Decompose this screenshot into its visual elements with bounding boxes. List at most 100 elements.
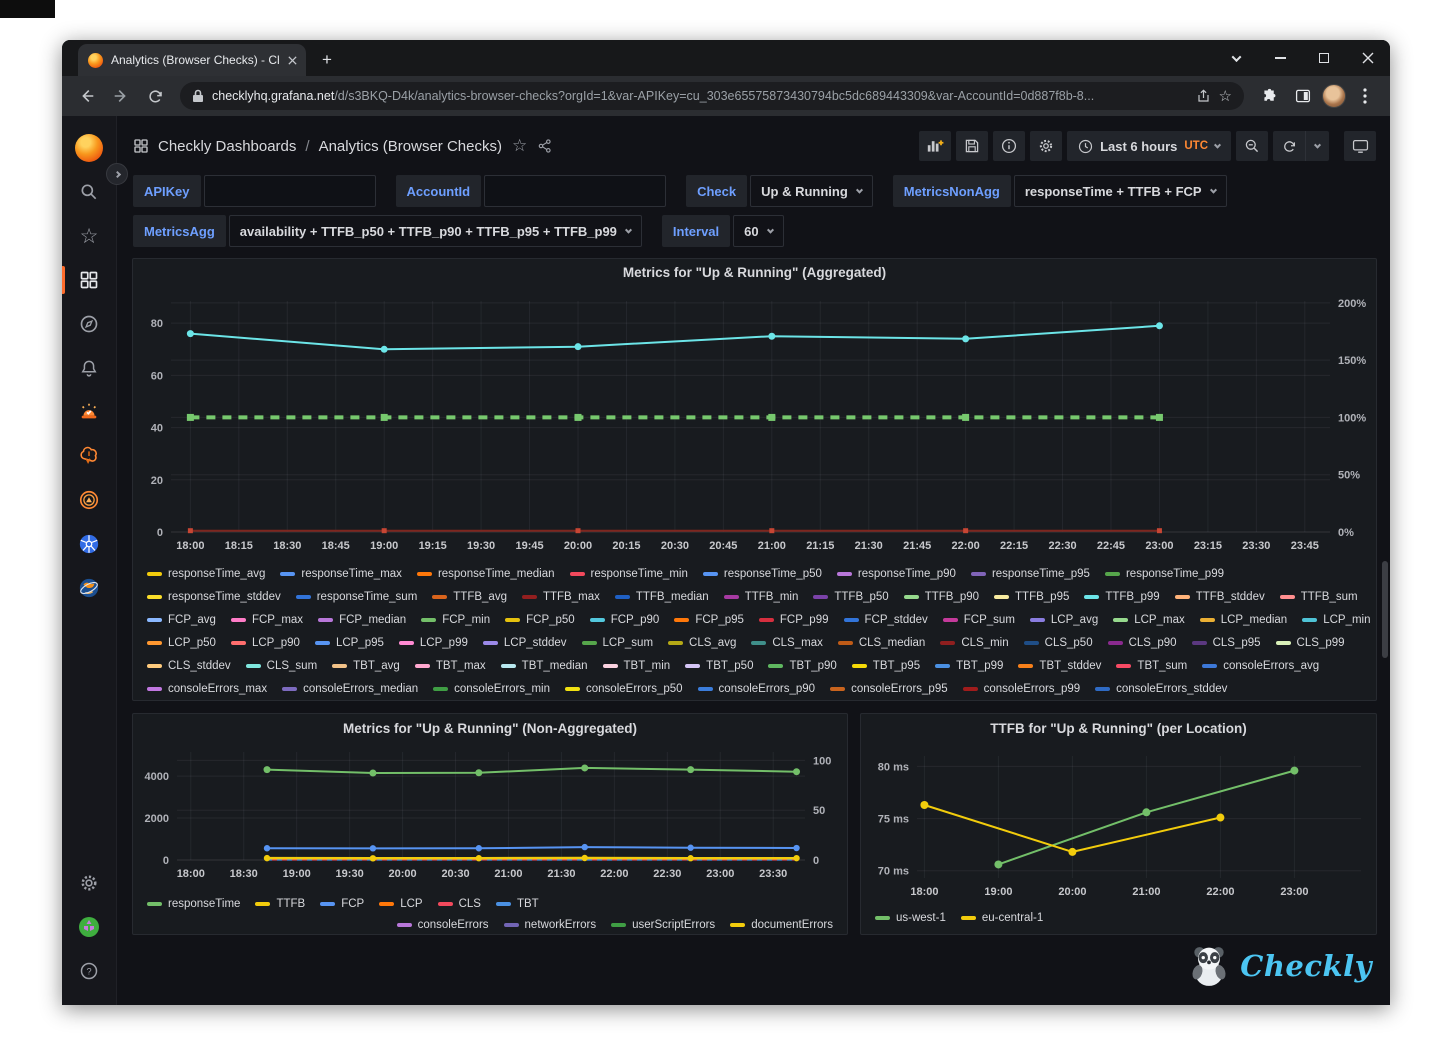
legend-item-CLS_sum[interactable]: CLS_sum	[246, 660, 318, 672]
sidebar-item-kubernetes[interactable]	[69, 522, 109, 566]
dashboard-settings-button[interactable]	[1030, 131, 1062, 161]
sidebar-item-settings[interactable]	[69, 861, 109, 905]
sidebar-expand-button[interactable]	[106, 163, 128, 185]
legend-item-responseTime_median[interactable]: responseTime_median	[417, 568, 555, 580]
legend-item-TTFB_stddev[interactable]: TTFB_stddev	[1175, 591, 1265, 603]
legend-item-consoleErrors_min[interactable]: consoleErrors_min	[433, 683, 550, 695]
legend-item-responseTime_min[interactable]: responseTime_min	[570, 568, 688, 580]
legend-item-consoleErrors_avg[interactable]: consoleErrors_avg	[1202, 660, 1319, 672]
sidebar-user-avatar[interactable]	[69, 905, 109, 949]
legend-item-TTFB_p50[interactable]: TTFB_p50	[813, 591, 888, 603]
legend-item-documentErrors[interactable]: documentErrors	[730, 919, 833, 931]
scrollbar-thumb[interactable]	[1382, 561, 1388, 658]
side-panel-icon[interactable]	[1288, 81, 1318, 111]
panel-title[interactable]: TTFB for "Up & Running" (per Location)	[861, 714, 1376, 742]
legend-item-TBT_stddev[interactable]: TBT_stddev	[1018, 660, 1101, 672]
legend-item-responseTime_p90[interactable]: responseTime_p90	[837, 568, 956, 580]
breadcrumb-root[interactable]: Checkly Dashboards	[158, 138, 296, 155]
extensions-puzzle-icon[interactable]	[1254, 81, 1284, 111]
sidebar-item-alerting[interactable]	[69, 346, 109, 390]
legend-item-TTFB_sum[interactable]: TTFB_sum	[1280, 591, 1358, 603]
legend-item-us-west-1[interactable]: us-west-1	[875, 912, 946, 924]
legend-item-FCP_p90[interactable]: FCP_p90	[590, 614, 660, 626]
url-bar[interactable]: checklyhq.grafana.net/d/s3BKQ-D4k/analyt…	[180, 82, 1244, 110]
panel-aggregated[interactable]: Metrics for "Up & Running" (Aggregated) …	[132, 258, 1377, 701]
legend-item-responseTime_sum[interactable]: responseTime_sum	[296, 591, 418, 603]
new-tab-button[interactable]: +	[314, 47, 340, 73]
legend-item-TBT_p90[interactable]: TBT_p90	[768, 660, 836, 672]
legend-item-LCP_min[interactable]: LCP_min	[1302, 614, 1370, 626]
legend-item-consoleErrors_max[interactable]: consoleErrors_max	[147, 683, 267, 695]
legend-item-FCP_avg[interactable]: FCP_avg	[147, 614, 216, 626]
panel-title[interactable]: Metrics for "Up & Running" (Non-Aggregat…	[133, 714, 847, 742]
legend-item-FCP[interactable]: FCP	[320, 898, 364, 910]
dashboard-info-button[interactable]	[993, 131, 1025, 161]
tab-search-icon[interactable]	[1214, 40, 1258, 76]
legend-item-LCP_p50[interactable]: LCP_p50	[147, 637, 216, 649]
legend-item-LCP_sum[interactable]: LCP_sum	[582, 637, 654, 649]
refresh-interval-dropdown[interactable]	[1305, 131, 1329, 161]
legend-item-TBT_p50[interactable]: TBT_p50	[685, 660, 753, 672]
legend-item-CLS_p90[interactable]: CLS_p90	[1108, 637, 1177, 649]
legend-item-LCP_p90[interactable]: LCP_p90	[231, 637, 300, 649]
legend-item-TTFB_min[interactable]: TTFB_min	[724, 591, 799, 603]
legend-item-responseTime_p99[interactable]: responseTime_p99	[1105, 568, 1224, 580]
legend-item-LCP_max[interactable]: LCP_max	[1113, 614, 1185, 626]
favorite-star-icon[interactable]: ☆	[512, 136, 527, 156]
legend-item-TBT_p99[interactable]: TBT_p99	[935, 660, 1003, 672]
browser-menu-kebab-icon[interactable]	[1350, 81, 1380, 111]
legend-item-consoleErrors_p50[interactable]: consoleErrors_p50	[565, 683, 683, 695]
kiosk-mode-button[interactable]	[1344, 131, 1376, 161]
sidebar-item-alerts-irm[interactable]	[69, 390, 109, 434]
legend-item-responseTime_avg[interactable]: responseTime_avg	[147, 568, 265, 580]
sidebar-item-starred[interactable]: ☆	[69, 214, 109, 258]
sidebar-item-synthetic-monitoring[interactable]	[69, 566, 109, 610]
ttfb-location-chart[interactable]: 70 ms75 ms80 ms18:0019:0020:0021:0022:00…	[861, 742, 1376, 902]
legend-item-FCP_min[interactable]: FCP_min	[421, 614, 490, 626]
legend-item-CLS_p50[interactable]: CLS_p50	[1024, 637, 1093, 649]
legend-item-LCP_median[interactable]: LCP_median	[1200, 614, 1287, 626]
time-range-picker[interactable]: Last 6 hours UTC	[1067, 131, 1231, 161]
sidebar-item-machine-learning[interactable]	[69, 434, 109, 478]
browser-profile-avatar[interactable]	[1322, 84, 1346, 108]
legend-item-FCP_p99[interactable]: FCP_p99	[759, 614, 829, 626]
back-button[interactable]	[72, 81, 102, 111]
sidebar-item-oncall[interactable]	[69, 478, 109, 522]
legend-item-TBT_avg[interactable]: TBT_avg	[332, 660, 400, 672]
legend-item-TTFB_p99[interactable]: TTFB_p99	[1084, 591, 1159, 603]
panel-title[interactable]: Metrics for "Up & Running" (Aggregated)	[133, 259, 1376, 285]
close-button[interactable]	[1346, 40, 1390, 76]
forward-button[interactable]	[106, 81, 136, 111]
variable-metricsnonagg-select[interactable]: responseTime + TTFB + FCP	[1014, 175, 1227, 207]
share-dashboard-icon[interactable]	[537, 138, 553, 154]
legend-item-TTFB_median[interactable]: TTFB_median	[615, 591, 709, 603]
variable-apikey-input[interactable]	[204, 175, 376, 207]
sidebar-item-dashboards[interactable]	[69, 258, 109, 302]
legend-item-TTFB[interactable]: TTFB	[255, 898, 305, 910]
aggregated-chart[interactable]: 0204060800%50%100%150%200%18:0018:1518:3…	[133, 285, 1376, 557]
legend-item-LCP_p99[interactable]: LCP_p99	[399, 637, 468, 649]
panel-non-aggregated[interactable]: Metrics for "Up & Running" (Non-Aggregat…	[132, 713, 848, 935]
legend-item-responseTime[interactable]: responseTime	[147, 898, 240, 910]
sidebar-item-explore[interactable]	[69, 302, 109, 346]
legend-item-networkErrors[interactable]: networkErrors	[504, 919, 597, 931]
legend-item-consoleErrors_stddev[interactable]: consoleErrors_stddev	[1095, 683, 1227, 695]
legend-item-TBT_max[interactable]: TBT_max	[415, 660, 486, 672]
legend-item-TBT_median[interactable]: TBT_median	[501, 660, 588, 672]
legend-item-responseTime_p95[interactable]: responseTime_p95	[971, 568, 1090, 580]
sidebar-item-search[interactable]	[69, 170, 109, 214]
share-page-icon[interactable]	[1196, 89, 1211, 104]
bookmark-star-icon[interactable]: ☆	[1219, 87, 1232, 105]
save-dashboard-button[interactable]	[956, 131, 988, 161]
variable-accountid-input[interactable]	[484, 175, 666, 207]
legend-item-userScriptErrors[interactable]: userScriptErrors	[611, 919, 715, 931]
legend-item-FCP_sum[interactable]: FCP_sum	[943, 614, 1015, 626]
panel-ttfb-location[interactable]: TTFB for "Up & Running" (per Location) 7…	[860, 713, 1377, 935]
legend-item-consoleErrors_p90[interactable]: consoleErrors_p90	[698, 683, 816, 695]
refresh-button[interactable]	[140, 81, 170, 111]
legend-item-CLS_avg[interactable]: CLS_avg	[668, 637, 736, 649]
legend-item-TTFB_avg[interactable]: TTFB_avg	[432, 591, 507, 603]
add-panel-button[interactable]	[919, 131, 951, 161]
legend-item-eu-central-1[interactable]: eu-central-1	[961, 912, 1043, 924]
legend-item-consoleErrors_p95[interactable]: consoleErrors_p95	[830, 683, 948, 695]
